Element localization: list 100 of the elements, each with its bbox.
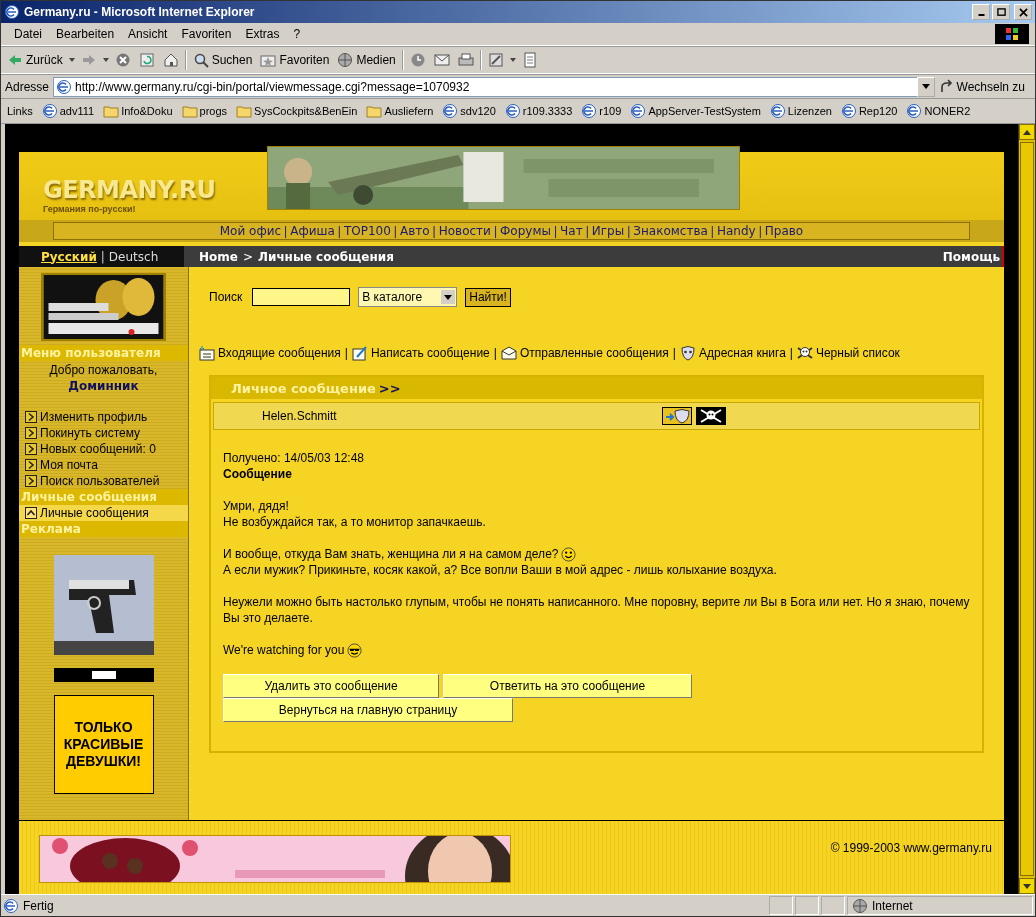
help-link[interactable]: Помощь — [942, 249, 1002, 264]
folder-icon — [236, 103, 253, 119]
mail-link[interactable]: Черный список — [796, 345, 900, 361]
page-icon — [581, 103, 598, 119]
mail-link[interactable]: Входящие сообщения — [199, 345, 341, 361]
nav-link[interactable]: TOP100 — [343, 224, 391, 238]
menu-item[interactable]: Favoriten — [174, 27, 239, 41]
ad-text: ТОЛЬКО КРАСИВЫЕ ДЕВУШКИ! — [62, 719, 145, 770]
nav-link[interactable]: Чат — [560, 224, 583, 238]
menu-item[interactable]: Datei — [7, 27, 49, 41]
up-arrow-icon — [1023, 129, 1031, 135]
sent-icon — [500, 345, 517, 361]
sidebar-item[interactable]: Изменить профиль — [19, 409, 188, 425]
favorites-button[interactable]: Favoriten — [258, 51, 332, 69]
menu-item[interactable]: ? — [286, 27, 308, 41]
copyright-text: © 1999-2003 www.germany.ru — [830, 841, 992, 855]
add-contact-button[interactable] — [662, 407, 692, 425]
link-item[interactable]: NONER2 — [906, 103, 971, 119]
caret-icon[interactable] — [102, 58, 109, 62]
link-item[interactable]: Rep120 — [840, 103, 898, 119]
link-item[interactable]: progs — [181, 103, 228, 119]
link-item[interactable]: Lizenzen — [769, 103, 832, 119]
menu-item[interactable]: Ansicht — [121, 27, 175, 41]
sidebar-item[interactable]: Моя почта — [19, 457, 188, 473]
caret-icon[interactable] — [509, 58, 516, 62]
sidebar-item[interactable]: Новых сообщений: 0 — [19, 441, 188, 457]
scroll-down-button[interactable] — [1019, 878, 1035, 894]
separator: | — [788, 346, 794, 360]
nav-link[interactable]: Форумы — [500, 224, 551, 238]
separator: | — [552, 224, 559, 238]
nav-link[interactable]: Авто — [400, 224, 430, 238]
mail-link[interactable]: Адресная книга — [679, 345, 786, 361]
dropdown-button[interactable] — [916, 76, 935, 97]
magnifier-icon — [192, 52, 209, 68]
nav-link[interactable]: Право — [764, 224, 804, 238]
separator: | — [626, 224, 632, 238]
link-item[interactable]: r109.3333 — [504, 103, 573, 119]
page-icon — [3, 897, 19, 914]
scope-dropdown[interactable]: В каталоге — [358, 287, 458, 307]
menu-item[interactable]: Extras — [238, 27, 287, 41]
nav-link[interactable]: Афиша — [290, 224, 335, 238]
language-link[interactable]: Русский — [41, 249, 97, 264]
clock-icon — [409, 52, 426, 68]
link-item[interactable]: AppServer-TestSystem — [630, 103, 761, 119]
menu-item[interactable]: Bearbeiten — [49, 27, 122, 41]
browser-icon — [4, 4, 20, 20]
nav-link[interactable]: Новости — [438, 224, 491, 238]
action-button[interactable]: Ответить на это сообщение — [443, 674, 692, 698]
address-field[interactable]: http://www.germany.ru/cgi-bin/portal/viewmessage.cgi?message=1070932 — [53, 76, 918, 97]
caret-icon[interactable] — [68, 58, 75, 62]
scroll-up-button[interactable] — [1019, 124, 1035, 140]
link-item[interactable]: adv111 — [41, 103, 95, 119]
go-button[interactable]: Wechseln zu — [938, 78, 1031, 95]
media-button[interactable]: Medien — [335, 51, 398, 69]
skull-icon — [796, 345, 813, 361]
link-item[interactable]: Info&Doku — [103, 103, 173, 119]
close-button[interactable] — [1014, 4, 1032, 20]
section-heading: Меню пользователя — [19, 345, 188, 361]
search-field[interactable] — [252, 288, 351, 306]
mask-icon — [679, 345, 696, 361]
mail-link[interactable]: Написать сообщение — [351, 345, 490, 361]
back-button[interactable]: Zurück — [5, 51, 65, 69]
separator: | — [343, 346, 349, 360]
nav-link[interactable]: Знакомства — [633, 224, 708, 238]
nav-link[interactable]: Игры — [591, 224, 625, 238]
link-item[interactable]: SysCockpits&BenEin — [236, 103, 358, 119]
scrollbar-thumb[interactable] — [1020, 142, 1034, 876]
link-item[interactable]: sdv120 — [442, 103, 496, 119]
find-button[interactable]: Найти! — [465, 287, 511, 307]
page-icon — [504, 103, 521, 119]
links-label: Links — [7, 105, 33, 117]
action-button[interactable]: Вернуться на главную страницу — [223, 698, 513, 722]
mail-link[interactable]: Отправленные сообщения — [500, 345, 669, 361]
user-name[interactable]: Доминник — [19, 379, 188, 393]
nav-link[interactable]: Мой офис — [219, 224, 282, 238]
action-button[interactable]: Удалить это сообщение — [223, 674, 439, 698]
link-item[interactable]: r109 — [581, 103, 622, 119]
advertisement[interactable]: ТОЛЬКО КРАСИВЫЕ ДЕВУШКИ! — [53, 695, 154, 794]
sidebar-item[interactable]: Покинуть систему — [19, 425, 188, 441]
right-arrow-icon — [25, 475, 37, 487]
maximize-button[interactable] — [992, 4, 1010, 20]
minimize-button[interactable] — [972, 4, 990, 20]
breadcrumb-link[interactable]: Home — [199, 249, 238, 264]
inbox-icon — [199, 345, 215, 361]
language-link[interactable]: Deutsch — [108, 249, 159, 264]
block-sender-button[interactable] — [696, 407, 726, 425]
separator: | — [283, 224, 289, 238]
print-button[interactable] — [455, 51, 476, 69]
page-icon — [41, 103, 58, 119]
nav-link[interactable]: Handy — [716, 224, 756, 238]
globe-icon — [337, 52, 354, 68]
go-arrow-icon — [938, 78, 955, 95]
mail-button[interactable] — [431, 51, 452, 69]
sidebar-item[interactable]: Поиск пользователей — [19, 473, 188, 489]
search-button[interactable]: Suchen — [190, 51, 255, 69]
close-icon — [1018, 7, 1028, 17]
link-item[interactable]: Ausliefern — [366, 103, 434, 119]
forward-arrow-icon — [80, 52, 97, 68]
sidebar-item[interactable]: Личные сообщения — [19, 505, 188, 521]
page-icon — [840, 103, 857, 119]
